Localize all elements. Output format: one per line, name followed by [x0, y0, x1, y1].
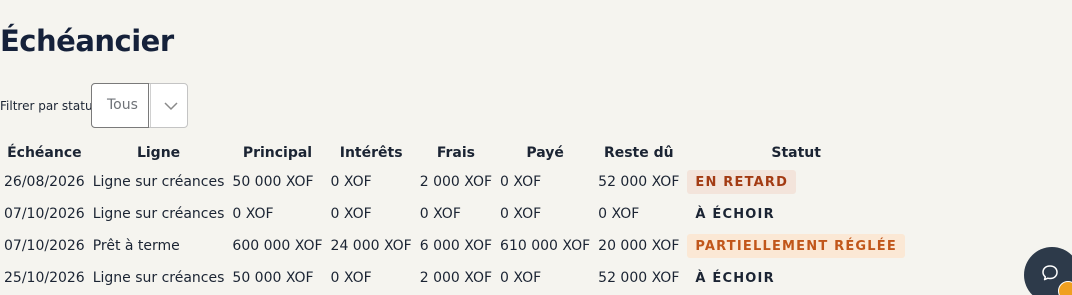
cell-reste: 52 000 XOF	[598, 174, 680, 190]
lock-icon	[1058, 281, 1072, 295]
cell-reste: 52 000 XOF	[598, 270, 680, 286]
status-filter-select[interactable]: Tous	[91, 83, 188, 128]
col-header-reste[interactable]: Reste dû	[594, 139, 683, 166]
cell-interets: 0 XOF	[330, 206, 372, 222]
cell-date: 07/10/2026	[4, 238, 85, 254]
cell-interets: 0 XOF	[330, 174, 372, 190]
cell-date: 07/10/2026	[4, 206, 85, 222]
cell-reste: 0 XOF	[598, 206, 640, 222]
cell-paye: 0 XOF	[500, 270, 542, 286]
col-header-ligne[interactable]: Ligne	[89, 139, 229, 166]
cell-ligne: Ligne sur créances	[92, 270, 225, 286]
cell-frais: 2 000 XOF	[419, 270, 493, 286]
cell-interets: 0 XOF	[330, 270, 372, 286]
cell-ligne: Ligne sur créances	[92, 206, 225, 222]
col-header-interets[interactable]: Intérêts	[327, 139, 416, 166]
cell-reste: 20 000 XOF	[598, 238, 680, 254]
table-row[interactable]: 07/10/2026 Prêt à terme 600 000 XOF 24 0…	[0, 230, 909, 262]
col-header-paye[interactable]: Payé	[496, 139, 594, 166]
table-header-row: Échéance Ligne Principal Intérêts Frais …	[0, 139, 909, 166]
cell-date: 25/10/2026	[4, 270, 85, 286]
cell-frais: 2 000 XOF	[419, 174, 493, 190]
chevron-down-icon[interactable]	[163, 99, 179, 113]
col-header-principal[interactable]: Principal	[228, 139, 326, 166]
table-row[interactable]: 26/08/2026 Ligne sur créances 50 000 XOF…	[0, 166, 909, 198]
cell-ligne: Ligne sur créances	[92, 174, 225, 190]
cell-statut: À ÉCHOIR	[683, 262, 909, 294]
status-badge: À ÉCHOIR	[695, 271, 775, 286]
cell-frais: 0 XOF	[419, 206, 461, 222]
cell-interets: 24 000 XOF	[330, 238, 412, 254]
status-filter-value[interactable]: Tous	[91, 83, 149, 128]
cell-date: 26/08/2026	[4, 174, 85, 190]
col-header-statut[interactable]: Statut	[683, 139, 909, 166]
cell-statut: À ÉCHOIR	[683, 198, 909, 230]
cell-principal: 50 000 XOF	[232, 270, 314, 286]
filter-label: Filtrer par statut	[0, 99, 98, 113]
cell-paye: 0 XOF	[500, 206, 542, 222]
cell-paye: 0 XOF	[500, 174, 542, 190]
chat-bubble-icon	[1042, 265, 1058, 281]
cell-principal: 600 000 XOF	[232, 238, 323, 254]
status-badge: EN RETARD	[687, 170, 797, 194]
cell-frais: 6 000 XOF	[419, 238, 493, 254]
status-badge: PARTIELLEMENT RÉGLÉE	[687, 234, 905, 258]
table-row[interactable]: 25/10/2026 Ligne sur créances 50 000 XOF…	[0, 262, 909, 294]
col-header-frais[interactable]: Frais	[416, 139, 496, 166]
cell-ligne: Prêt à terme	[92, 238, 180, 254]
cell-principal: 0 XOF	[232, 206, 274, 222]
page-title: Échéancier	[0, 24, 174, 58]
cell-principal: 50 000 XOF	[232, 174, 314, 190]
cell-statut: PARTIELLEMENT RÉGLÉE	[683, 230, 909, 262]
cell-statut: EN RETARD	[683, 166, 909, 198]
schedule-table: Échéance Ligne Principal Intérêts Frais …	[0, 139, 909, 294]
status-badge: À ÉCHOIR	[695, 207, 775, 222]
table-row[interactable]: 07/10/2026 Ligne sur créances 0 XOF 0 XO…	[0, 198, 909, 230]
select-separator	[150, 84, 151, 127]
col-header-date[interactable]: Échéance	[0, 139, 89, 166]
cell-paye: 610 000 XOF	[500, 238, 591, 254]
